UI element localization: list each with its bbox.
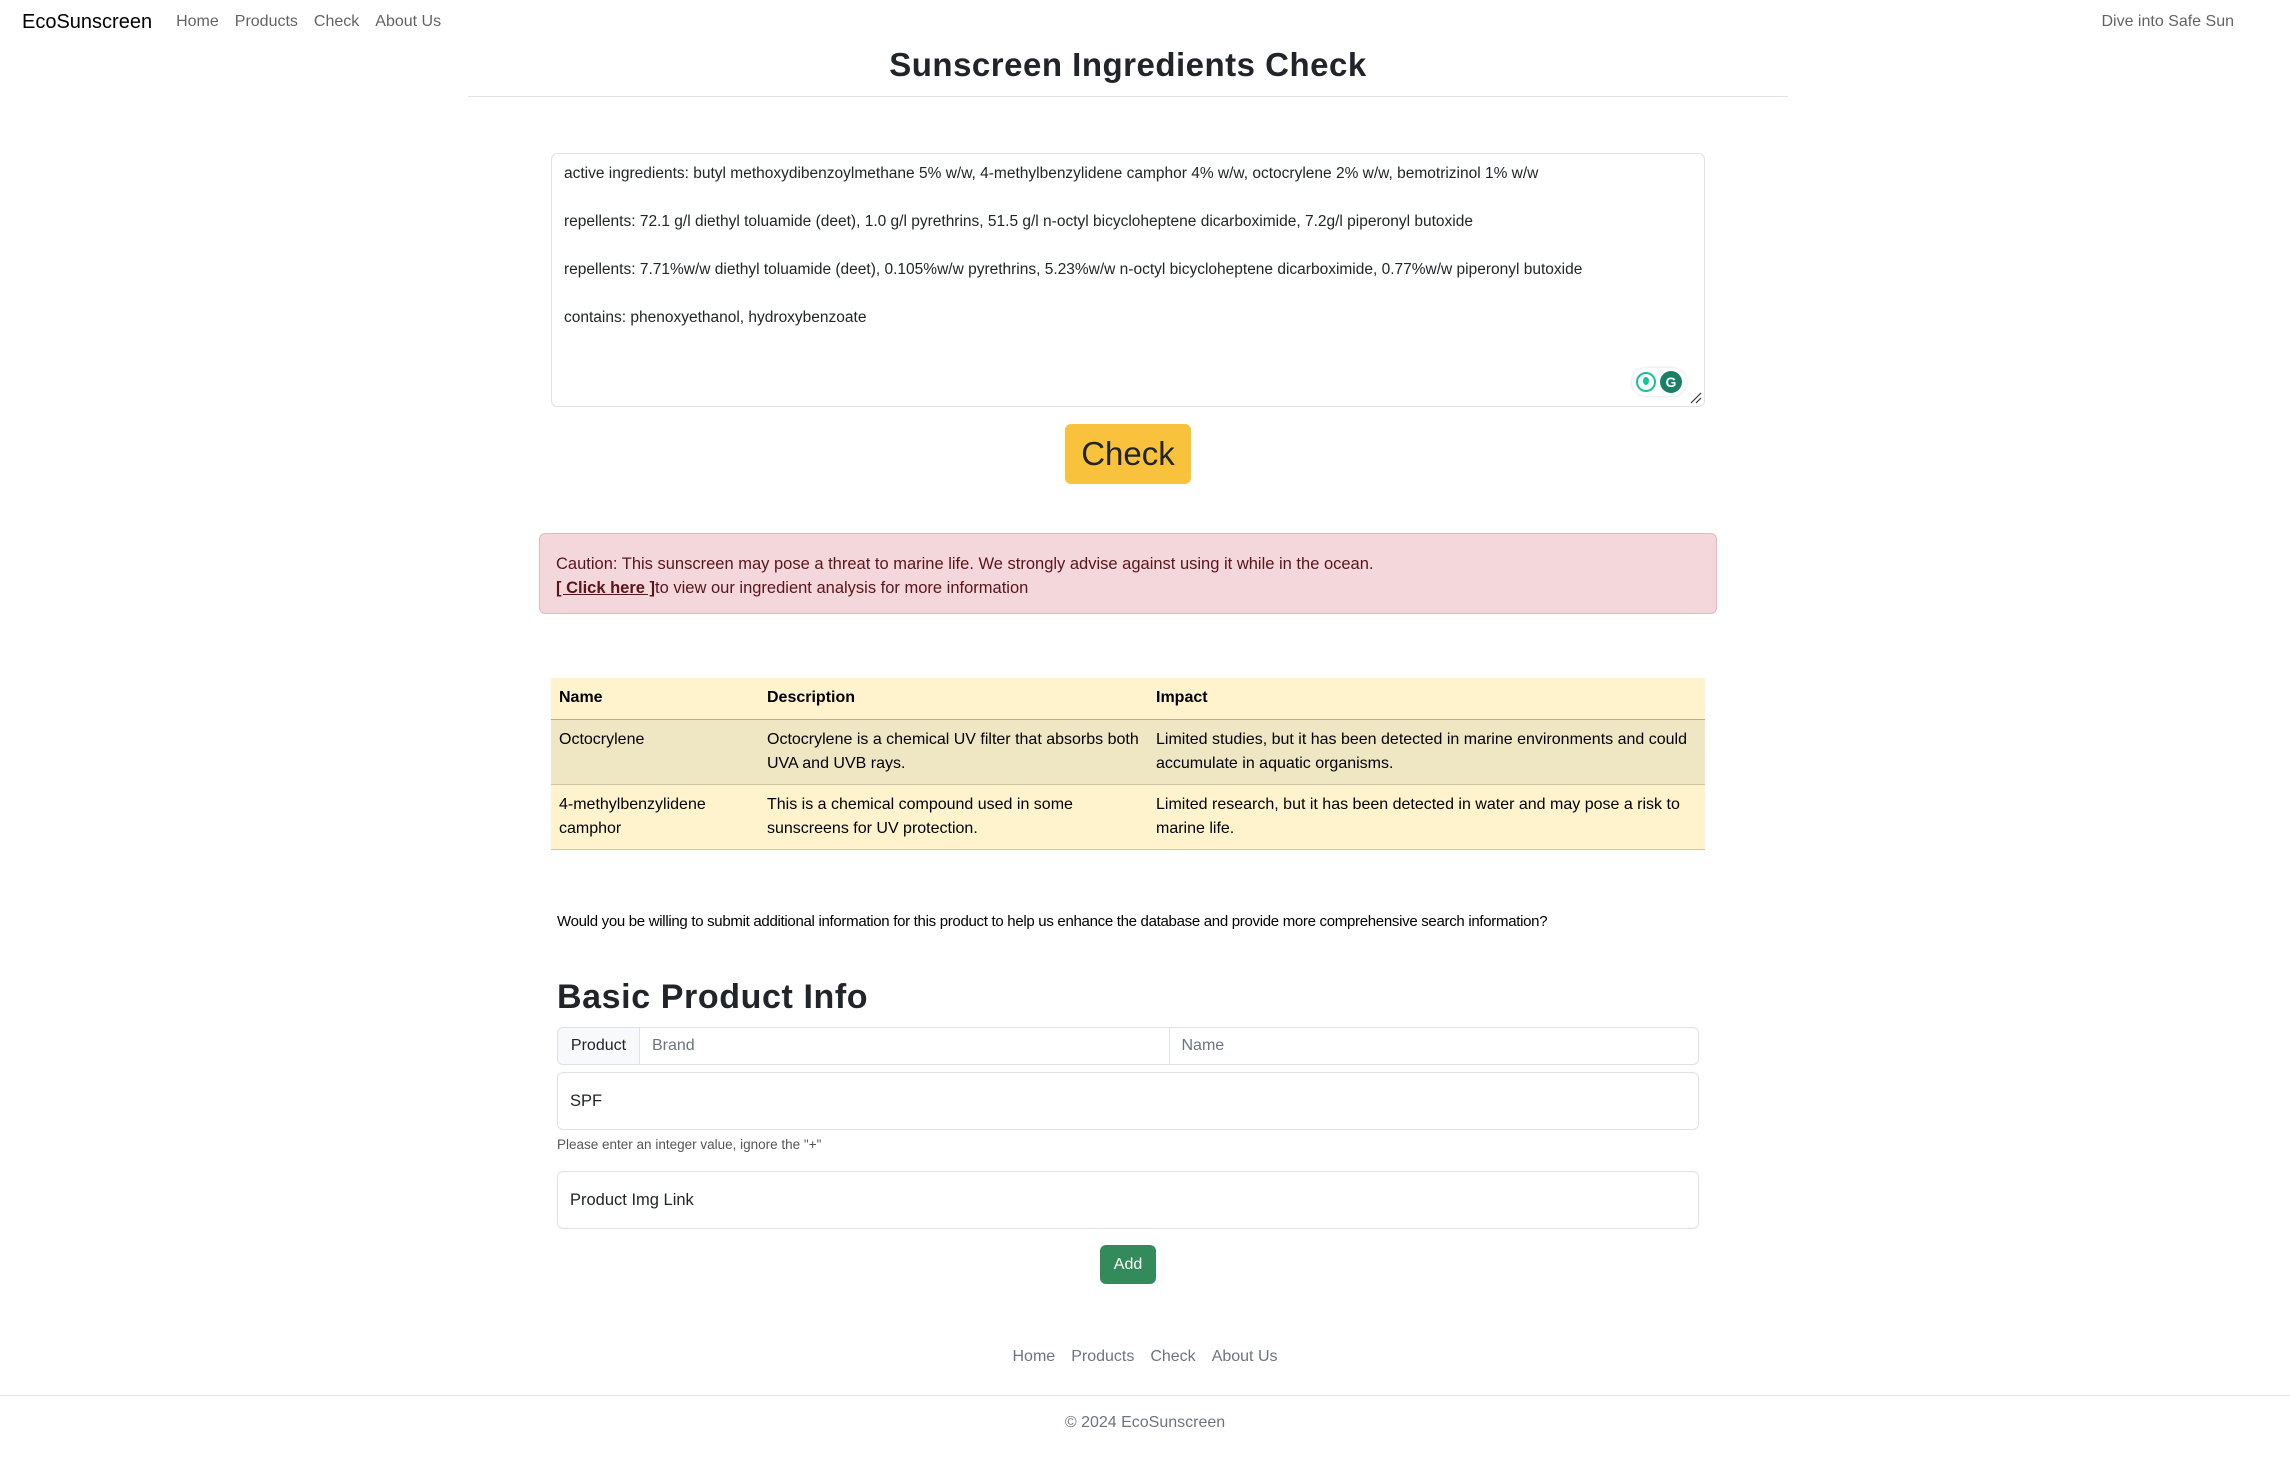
ingredient-analysis-link[interactable]: [ Click here ] <box>556 579 655 597</box>
ingredients-textarea[interactable]: active ingredients: butyl methoxydibenzo… <box>551 153 1705 407</box>
nav-link-check[interactable]: Check <box>314 13 359 31</box>
title-divider <box>468 96 1788 97</box>
spf-input[interactable]: SPF <box>557 1072 1699 1130</box>
table-row: Octocrylene Octocrylene is a chemical UV… <box>551 719 1705 785</box>
nav-link-home[interactable]: Home <box>176 13 219 31</box>
cell-name: Octocrylene <box>551 719 759 785</box>
cell-name: 4-methylbenzylidene camphor <box>551 784 759 850</box>
footer-link-home[interactable]: Home <box>1013 1348 1056 1366</box>
ingredients-line: active ingredients: butyl methoxydibenzo… <box>564 165 1539 182</box>
spf-help-text: Please enter an integer value, ignore th… <box>557 1137 822 1152</box>
basic-product-info-heading: Basic Product Info <box>557 978 869 1016</box>
navbar: EcoSunscreen Home Products Check About U… <box>0 0 2290 44</box>
resize-handle-icon[interactable] <box>1690 392 1702 404</box>
cell-impact: Limited research, but it has been detect… <box>1148 784 1705 850</box>
nav-link-about-us[interactable]: About Us <box>375 13 441 31</box>
spf-label: SPF <box>570 1091 603 1110</box>
cell-impact: Limited studies, but it has been detecte… <box>1148 719 1705 785</box>
product-input-group: Product Brand Name <box>557 1027 1699 1065</box>
footer-nav: Home Products Check About Us <box>0 1348 2290 1366</box>
column-header-name: Name <box>551 678 759 720</box>
copyright-text: © 2024 EcoSunscreen <box>1064 1414 1226 1431</box>
alert-link-suffix: to view our ingredient analysis for more… <box>655 579 1029 597</box>
name-input[interactable]: Name <box>1168 1028 1699 1064</box>
ingredients-line: repellents: 72.1 g/l diethyl toluamide (… <box>564 213 1473 230</box>
cell-description: Octocrylene is a chemical UV filter that… <box>759 719 1148 785</box>
check-button[interactable]: Check <box>1065 424 1191 484</box>
column-header-impact: Impact <box>1148 678 1705 720</box>
add-button[interactable]: Add <box>1100 1245 1156 1284</box>
footer-link-products[interactable]: Products <box>1071 1348 1134 1366</box>
cell-description: This is a chemical compound used in some… <box>759 784 1148 850</box>
grammarly-widget[interactable]: G <box>1632 368 1686 396</box>
brand-input[interactable]: Brand <box>640 1028 1169 1064</box>
table-row: 4-methylbenzylidene camphor This is a ch… <box>551 784 1705 850</box>
navbar-tagline: Dive into Safe Sun <box>2101 13 2234 30</box>
img-link-label: Product Img Link <box>570 1190 694 1209</box>
footer-link-check[interactable]: Check <box>1150 1348 1195 1366</box>
alert-message: Caution: This sunscreen may pose a threa… <box>556 555 1374 573</box>
ingredients-line: repellents: 7.71%w/w diethyl toluamide (… <box>564 261 1583 278</box>
page-title: Sunscreen Ingredients Check <box>889 46 1367 83</box>
table-header-row: Name Description Impact <box>551 678 1705 720</box>
nav-link-products[interactable]: Products <box>235 13 298 31</box>
ingredient-table: Name Description Impact Octocrylene Octo… <box>551 678 1705 850</box>
product-addon-label: Product <box>558 1028 640 1064</box>
footer-link-about-us[interactable]: About Us <box>1212 1348 1278 1366</box>
grammarly-icon[interactable]: G <box>1660 371 1682 393</box>
lightbulb-icon[interactable] <box>1636 372 1656 392</box>
product-img-link-input[interactable]: Product Img Link <box>557 1171 1699 1229</box>
footer-divider <box>0 1395 2290 1396</box>
submit-info-prompt: Would you be willing to submit additiona… <box>557 913 1548 930</box>
column-header-description: Description <box>759 678 1148 720</box>
ingredients-line: contains: phenoxyethanol, hydroxybenzoat… <box>564 309 867 326</box>
brand-logo[interactable]: EcoSunscreen <box>22 11 152 34</box>
marine-warning-alert: Caution: This sunscreen may pose a threa… <box>539 533 1717 614</box>
